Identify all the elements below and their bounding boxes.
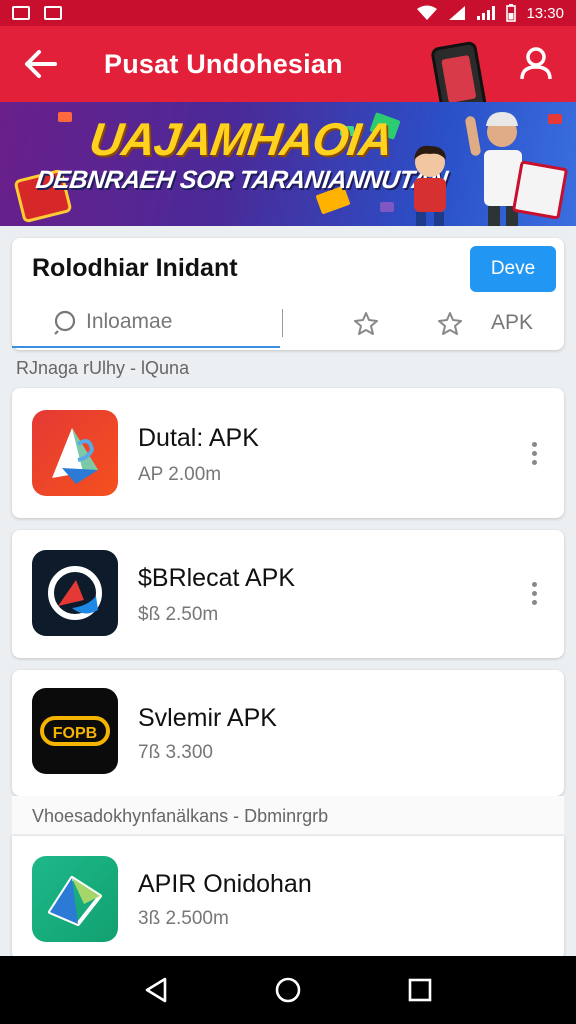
app-size: 3ß 2.500m xyxy=(138,908,229,929)
wifi-icon xyxy=(417,5,438,20)
profile-button[interactable] xyxy=(510,38,562,90)
more-options-button[interactable] xyxy=(522,576,546,610)
deve-button[interactable]: Deve xyxy=(470,246,556,292)
star-icon xyxy=(438,312,462,335)
app-list-item[interactable]: Dutal: APK AP 2.00m xyxy=(12,388,564,518)
signal-secondary-icon xyxy=(477,6,496,20)
confetti-decoration xyxy=(380,202,394,212)
battery-icon xyxy=(506,4,517,22)
user-icon xyxy=(520,47,552,80)
app-icon-brecat xyxy=(32,550,118,636)
app-size: AP 2.00m xyxy=(138,464,222,485)
arrow-left-icon xyxy=(25,50,57,78)
app-name: APIR Onidohan xyxy=(138,870,312,898)
back-button[interactable] xyxy=(0,26,80,102)
icon-text: FOPB xyxy=(53,725,97,742)
search-placeholder: Inloamae xyxy=(86,310,173,333)
product-box-illustration xyxy=(511,160,569,220)
search-card: Rolodhiar Inidant Deve Inloamae APK xyxy=(12,238,564,350)
favorites-filter-button[interactable] xyxy=(437,298,463,348)
nav-recents-button[interactable] xyxy=(390,960,450,1020)
banner-subline: DEBNRAEH SOR TARANIANNUTAN xyxy=(34,166,450,194)
status-time: 13:30 xyxy=(526,4,564,22)
app-list-item[interactable]: FOPB Svlemir APK 7ß 3.300 xyxy=(12,670,564,796)
circle-arrow-logo-icon xyxy=(48,566,102,620)
kite-logo-icon xyxy=(48,876,102,926)
circle-home-icon xyxy=(275,977,301,1003)
search-input[interactable]: Inloamae xyxy=(12,298,280,348)
square-recents-icon xyxy=(408,978,432,1002)
promo-banner[interactable]: UAJAMHAOIA DEBNRAEH SOR TARANIANNUTAN xyxy=(0,102,576,226)
nav-home-button[interactable] xyxy=(258,960,318,1020)
banner-headline: UAJAMHAOIA xyxy=(86,113,396,165)
system-nav-bar xyxy=(0,956,576,1024)
status-bar: 13:30 xyxy=(0,0,576,26)
section-label: Vhoesadokhynfanälkans - Dbminrgrb xyxy=(32,806,329,826)
app-icon-apir xyxy=(32,856,118,942)
page-title: Pusat Undohesian xyxy=(104,48,343,79)
badge-logo-icon: FOPB xyxy=(40,716,110,746)
app-icon-dutal xyxy=(32,410,118,496)
app-name: $BRlecat APK xyxy=(138,564,296,592)
app-bar: Pusat Undohesian xyxy=(0,26,576,120)
app-name: Dutal: APK xyxy=(138,424,259,452)
nav-back-button[interactable] xyxy=(126,960,186,1020)
search-card-title: Rolodhiar Inidant xyxy=(32,254,238,282)
app-list-item[interactable]: $BRlecat APK $ß 2.50m xyxy=(12,530,564,658)
confetti-decoration xyxy=(58,112,72,122)
app-icon-svlemir: FOPB xyxy=(32,688,118,774)
divider xyxy=(282,309,283,337)
rating-filter-button[interactable] xyxy=(353,298,379,348)
more-options-button[interactable] xyxy=(522,436,546,470)
triangle-logo-icon xyxy=(52,428,98,484)
search-row: Inloamae APK xyxy=(12,298,564,348)
child-illustration xyxy=(414,145,446,226)
app-size: 7ß 3.300 xyxy=(138,742,213,763)
search-icon xyxy=(54,310,76,335)
signal-icon xyxy=(449,6,466,20)
star-outline-icon xyxy=(354,312,378,335)
app-size: $ß 2.50m xyxy=(138,604,219,625)
tab-apk[interactable]: APK xyxy=(491,311,533,335)
confetti-decoration xyxy=(548,114,562,124)
app-list-item[interactable]: APIR Onidohan 3ß 2.500m xyxy=(12,836,564,960)
mail-notification-icon xyxy=(12,6,30,20)
app-name: Svlemir APK xyxy=(138,704,277,732)
triangle-back-icon xyxy=(145,977,167,1003)
section-label: RJnaga rUlhy - lQuna xyxy=(16,358,190,378)
image-notification-icon xyxy=(44,6,62,20)
